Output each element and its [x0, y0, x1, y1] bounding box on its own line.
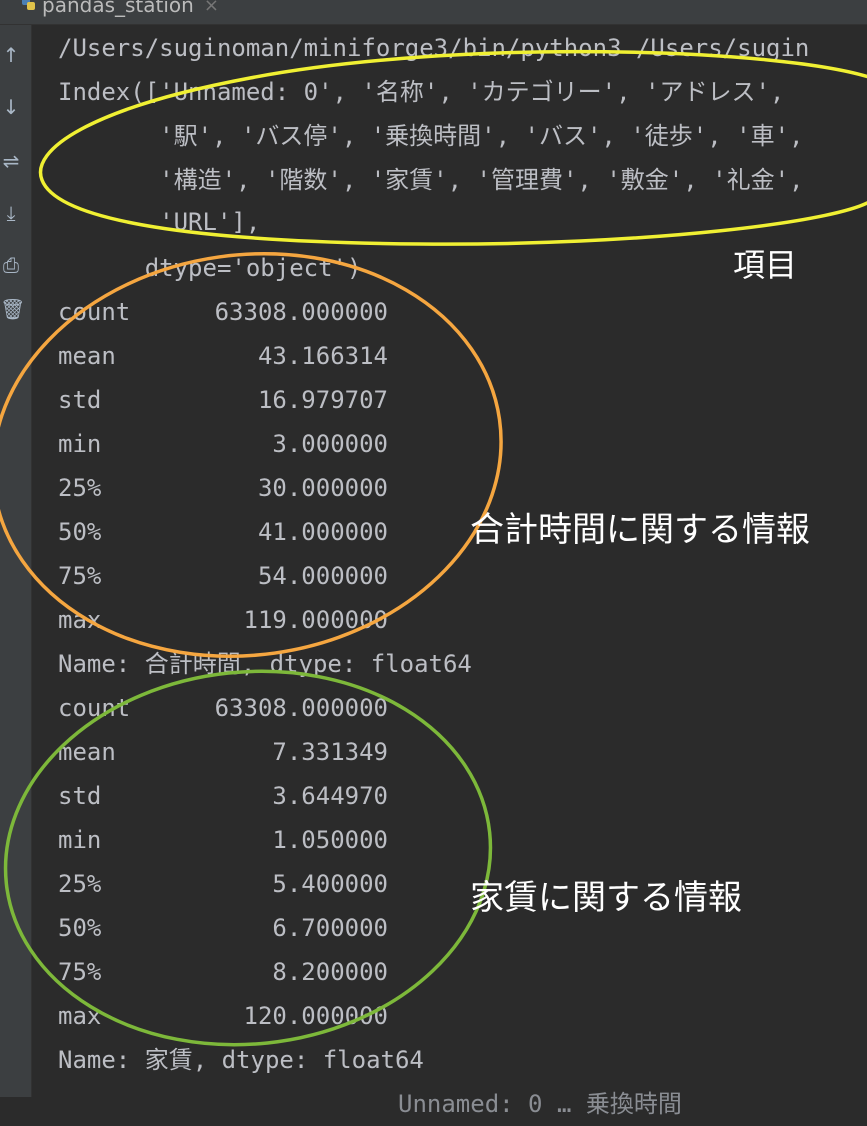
stat-row: count 63308.000000 — [58, 290, 388, 334]
stat-key: 75% — [58, 958, 102, 986]
stat-key: 50% — [58, 518, 102, 546]
stat-value: 3.644970 — [272, 782, 388, 810]
stat-value: 8.200000 — [272, 958, 388, 986]
stat-value: 30.000000 — [257, 474, 388, 502]
stat-row: count 63308.000000 — [58, 686, 388, 730]
python-file-icon — [22, 0, 36, 11]
stat-row: max 120.000000 — [58, 994, 388, 1038]
run-toolbar: ↑ ↓ ⇌ ⤓ ⎙ 🗑 — [0, 25, 32, 1097]
stat-value: 119.000000 — [243, 606, 389, 634]
stat-row: std 16.979707 — [58, 378, 388, 422]
index-line: '構造', '階数', '家賃', '管理費', '敷金', '礼金', — [58, 166, 804, 194]
series-name-line: Name: 合計時間, dtype: float64 — [58, 650, 472, 678]
soft-wrap-icon[interactable]: ⇌ — [0, 149, 22, 173]
print-icon[interactable]: ⎙ — [0, 253, 22, 277]
stat-key: min — [58, 430, 102, 458]
partial-output-line: Unnamed: 0 … 乗換時間 — [398, 1090, 682, 1118]
stat-row: 75% 54.000000 — [58, 554, 388, 598]
items-annotation: 項目 — [733, 246, 798, 284]
stat-row: min 1.050000 — [58, 818, 388, 862]
stat-row: 25% 30.000000 — [58, 466, 388, 510]
stat-value: 7.331349 — [272, 738, 388, 766]
stat-value: 1.050000 — [272, 826, 388, 854]
stat-row: min 3.000000 — [58, 422, 388, 466]
stat-key: mean — [58, 738, 116, 766]
index-line: dtype='object') — [58, 254, 362, 282]
stat-row: 50% 41.000000 — [58, 510, 388, 554]
stat-value: 41.000000 — [257, 518, 388, 546]
stat-value: 54.000000 — [257, 562, 388, 590]
scroll-up-icon[interactable]: ↑ — [0, 43, 22, 67]
console-output: /Users/suginoman/miniforge3/bin/python3 … — [58, 24, 867, 1118]
stat-value: 43.166314 — [257, 342, 388, 370]
stat-value: 16.979707 — [257, 386, 388, 414]
stat-row: 25% 5.400000 — [58, 862, 388, 906]
index-line: 'URL'], — [58, 208, 261, 236]
index-line: '駅', 'バス停', '乗換時間', 'バス', '徒歩', '車', — [58, 122, 804, 150]
stat-row: 75% 8.200000 — [58, 950, 388, 994]
stat-value: 120.000000 — [243, 1002, 389, 1030]
stat-key: 50% — [58, 914, 102, 942]
editor-tab-bar: pandas_station × — [0, 0, 867, 25]
stat-key: max — [58, 606, 102, 634]
stat-key: 75% — [58, 562, 102, 590]
index-line: Index(['Unnamed: 0', '名称', 'カテゴリー', 'アドレ… — [58, 78, 785, 106]
stat-key: std — [58, 386, 102, 414]
close-icon[interactable]: × — [204, 0, 219, 16]
tab-title: pandas_station — [42, 0, 194, 17]
stat-row: 50% 6.700000 — [58, 906, 388, 950]
stat-value: 6.700000 — [272, 914, 388, 942]
scroll-to-end-icon[interactable]: ⤓ — [0, 201, 22, 225]
stat-key: std — [58, 782, 102, 810]
stat-row: std 3.644970 — [58, 774, 388, 818]
stat-value: 63308.000000 — [214, 694, 388, 722]
stat-value: 63308.000000 — [214, 298, 388, 326]
stat-key: count — [58, 694, 131, 722]
stat-key: 25% — [58, 870, 102, 898]
total-time-annotation: 合計時間に関する情報 — [470, 510, 810, 550]
stat-value: 5.400000 — [272, 870, 388, 898]
stat-value: 3.000000 — [272, 430, 388, 458]
stat-row: max 119.000000 — [58, 598, 388, 642]
tab-pandas-station[interactable]: pandas_station × — [22, 0, 219, 24]
stat-row: mean 7.331349 — [58, 730, 388, 774]
stat-key: 25% — [58, 474, 102, 502]
trash-icon[interactable]: 🗑 — [0, 297, 25, 321]
scroll-down-icon[interactable]: ↓ — [0, 95, 22, 119]
stat-row: mean 43.166314 — [58, 334, 388, 378]
series-name-line: Name: 家賃, dtype: float64 — [58, 1046, 424, 1074]
stat-key: max — [58, 1002, 102, 1030]
command-line: /Users/suginoman/miniforge3/bin/python3 … — [58, 34, 810, 62]
stat-key: min — [58, 826, 102, 854]
stat-key: count — [58, 298, 131, 326]
rent-annotation: 家賃に関する情報 — [470, 878, 742, 918]
stat-key: mean — [58, 342, 116, 370]
